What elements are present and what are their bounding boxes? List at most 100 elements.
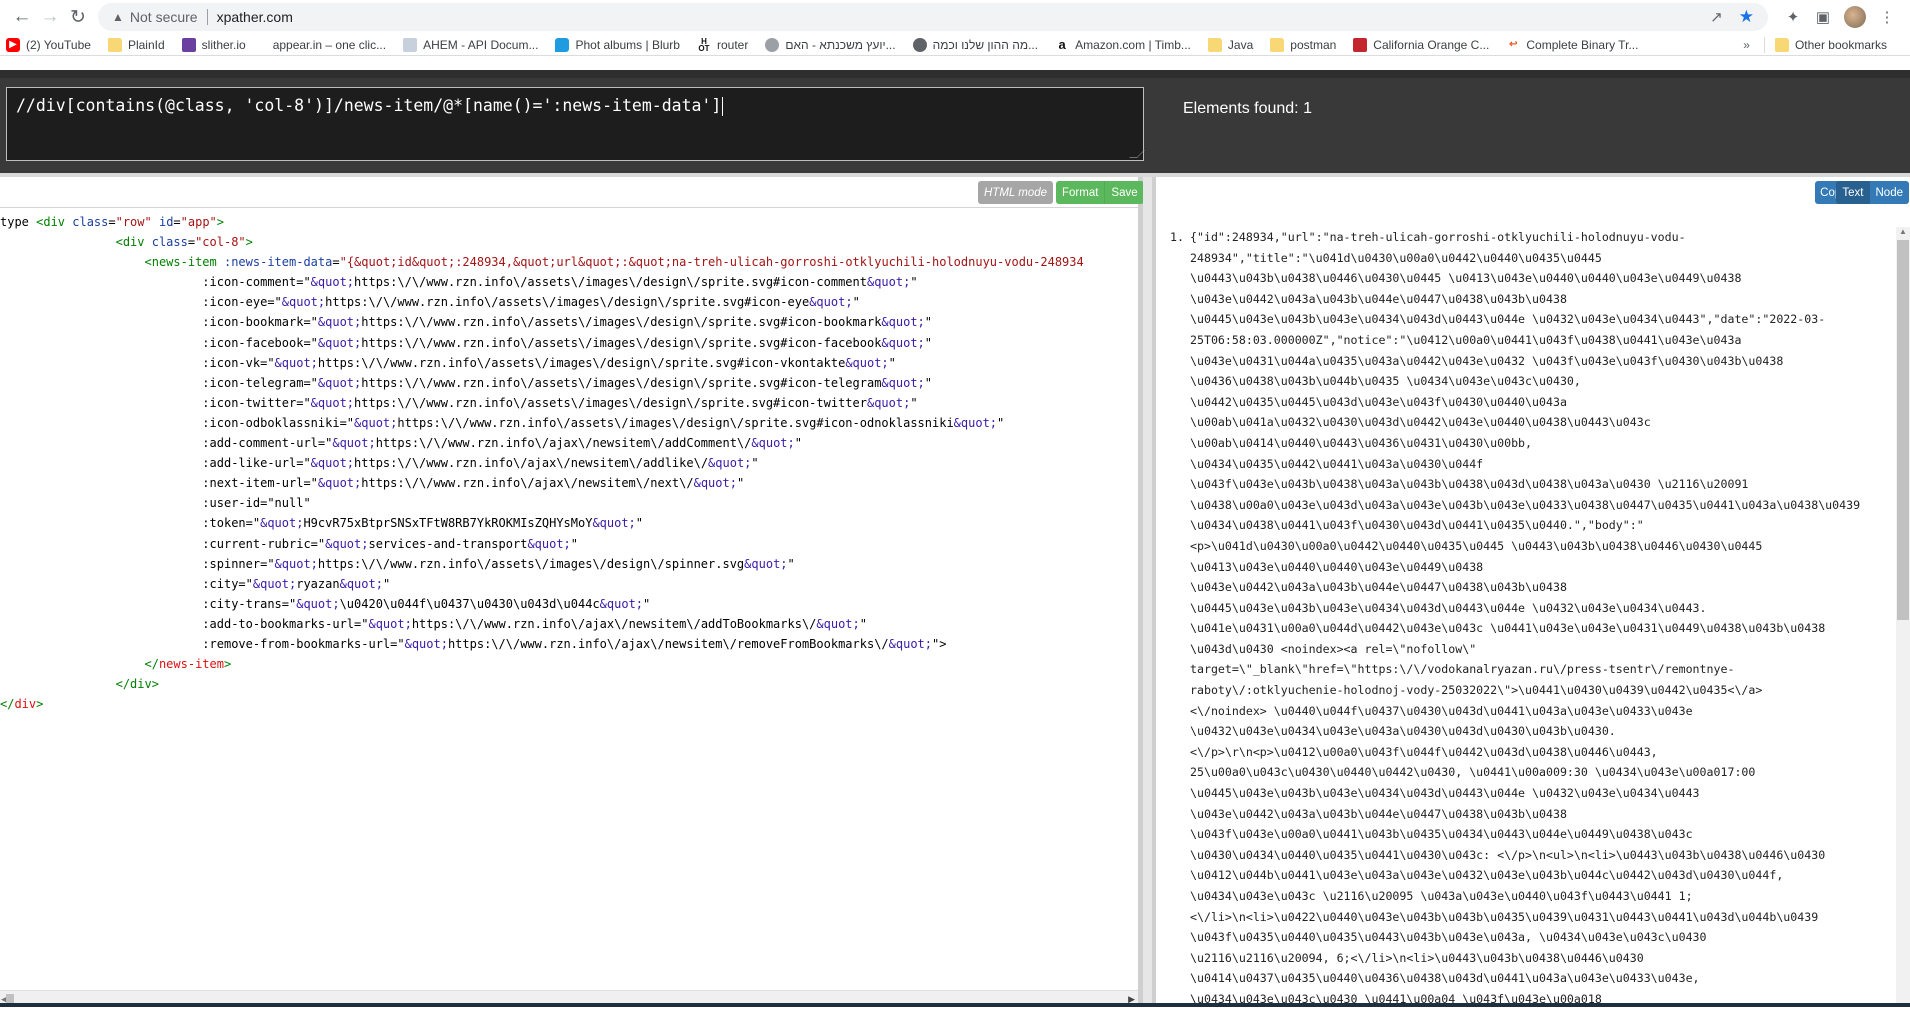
bookmark-label: Amazon.com | Timb...: [1075, 37, 1191, 52]
arrow-right-icon: →: [40, 6, 60, 27]
resize-grip-icon[interactable]: [1129, 150, 1145, 158]
source-token: &quot;: [310, 395, 355, 410]
bookmark-label: Java: [1227, 37, 1254, 52]
result-text-line: \u043e\u0442\u043a\u043b\u044e\u0447\u04…: [1190, 291, 1567, 306]
browser-toolbar: ← → ↻ ▲ Not secure xpather.com ↗ ★ ✦ ▣ ⋮: [0, 0, 1910, 34]
source-token: :token=": [202, 516, 261, 531]
ahem-icon: [403, 37, 418, 52]
html-mode-button[interactable]: HTML mode: [978, 181, 1054, 204]
format-save-group: Format Save: [1056, 181, 1144, 204]
bookmark-amazon[interactable]: a Amazon.com | Timb...: [1055, 37, 1191, 52]
forward-button[interactable]: →: [36, 3, 64, 31]
bookmark-youtube[interactable]: ▶ (2) YouTube: [6, 37, 91, 52]
html-source-editor[interactable]: type <div class="row" id="app"> <div cla…: [0, 208, 1138, 978]
source-token: ": [924, 375, 933, 390]
source-token: &quot;: [274, 355, 318, 370]
source-token: :city=": [202, 576, 253, 591]
arrow-left-icon: ←: [12, 6, 32, 27]
source-token: https:\/\/www.rzn.info\/ajax\/newsitem\/…: [447, 636, 889, 651]
source-token: :icon-telegram=": [202, 375, 318, 390]
scroll-up-icon[interactable]: ▲: [1899, 227, 1907, 236]
source-token: &quot;: [317, 315, 362, 330]
vertical-scrollbar[interactable]: ▲: [1896, 227, 1910, 1007]
source-token: :remove-from-bookmarks-url=": [202, 636, 405, 651]
source-token: ": [852, 295, 860, 310]
source-token: &quot;: [708, 456, 752, 471]
security-label[interactable]: Not secure: [130, 9, 198, 25]
source-token: &quot;: [744, 556, 788, 571]
source-token: </div>: [115, 677, 159, 692]
bookmark-router[interactable]: H OT router: [696, 37, 749, 52]
result-text-line: \u0438\u00a0\u043e\u043d\u043a\u043e\u04…: [1190, 497, 1861, 512]
profile-avatar[interactable]: [1844, 6, 1866, 28]
bookmark-california[interactable]: California Orange C...: [1353, 37, 1489, 52]
source-token: &quot;: [592, 516, 636, 531]
extensions-icon[interactable]: ✦: [1778, 8, 1808, 26]
source-token: &quot;: [260, 516, 304, 531]
source-token: ryazan: [296, 576, 340, 591]
bookmark-mortgage[interactable]: יועץ משכנתא - האם...: [765, 37, 896, 52]
source-token: =: [332, 255, 340, 270]
xpath-query-input[interactable]: //div[contains(@class, 'col-8')]/news-it…: [6, 87, 1145, 161]
bookmark-label: router: [716, 37, 749, 52]
source-token: <div: [36, 215, 73, 229]
node-view-button[interactable]: Node: [1870, 181, 1910, 204]
result-text-line: \u041e\u0431\u00a0\u044d\u0442\u043e\u04…: [1190, 621, 1826, 636]
source-line: :add-to-bookmarks-url="&quot;https:\/\/w…: [0, 614, 1138, 634]
format-button[interactable]: Format: [1056, 181, 1104, 204]
other-bookmarks[interactable]: Other bookmarks: [1774, 37, 1887, 52]
bookmark-java[interactable]: Java: [1207, 37, 1254, 52]
star-icon[interactable]: ★: [1739, 7, 1754, 27]
source-line: :spinner="&quot;https:\/\/www.rzn.info\/…: [0, 554, 1138, 574]
bookmark-postman[interactable]: postman: [1270, 37, 1336, 52]
bookmark-slither[interactable]: slither.io: [181, 37, 246, 52]
bookmark-blurb[interactable]: Phot albums | Blurb: [555, 37, 680, 52]
source-token: >: [245, 235, 253, 250]
reload-button[interactable]: ↻: [64, 3, 92, 31]
bookmark-binary-tree[interactable]: ↩ Complete Binary Tr...: [1506, 37, 1638, 52]
source-token: &quot;: [310, 456, 355, 471]
source-line: :icon-bookmark="&quot;https:\/\/www.rzn.…: [0, 312, 1138, 332]
source-token: ": [787, 556, 795, 571]
source-token: ": [997, 415, 1005, 430]
source-token: &quot;: [751, 436, 795, 451]
more-bookmarks-button[interactable]: »: [1743, 38, 1750, 52]
panel-gutter: [1143, 177, 1152, 1007]
result-text-line: {"id":248934,"url":"na-treh-ulicah-gorro…: [1190, 230, 1686, 244]
bookmark-ahem[interactable]: AHEM - API Docum...: [403, 37, 538, 52]
address-bar[interactable]: ▲ Not secure xpather.com ↗ ★: [98, 3, 1768, 31]
results-list: 1. {"id":248934,"url":"na-treh-ulicah-gor…: [1170, 227, 1892, 1010]
sidebar-icon[interactable]: ▣: [1808, 8, 1838, 26]
source-token: &quot;: [693, 476, 737, 491]
source-token: &quot;: [317, 335, 362, 350]
ghost-icon: [765, 37, 780, 52]
save-button[interactable]: Save: [1104, 181, 1143, 204]
bookmark-plainid[interactable]: PlainId: [107, 37, 165, 52]
source-token: &quot;: [252, 576, 297, 591]
result-text-line: \u0434\u0438\u0441\u043f\u0430\u043d\u04…: [1190, 518, 1644, 533]
source-token: :spinner=": [202, 556, 275, 571]
text-view-button[interactable]: Text: [1836, 181, 1870, 204]
share-icon[interactable]: ↗: [1710, 8, 1723, 26]
results-toolbar: Copy Text Node: [1156, 177, 1910, 208]
bookmark-label: PlainId: [127, 37, 165, 52]
url-text[interactable]: xpather.com: [217, 9, 293, 25]
html-editor-panel: HTML mode Format Save type <div class="r…: [0, 177, 1144, 1007]
source-token: :user-id="null": [202, 496, 311, 511]
view-toggle-group: Text Node: [1836, 181, 1909, 204]
menu-icon[interactable]: ⋮: [1872, 8, 1902, 26]
scrollbar-thumb[interactable]: [1897, 240, 1909, 620]
source-token: class: [151, 235, 188, 250]
source-token: :icon-comment=": [202, 275, 311, 290]
blurb-icon: [555, 37, 570, 52]
results-panel: Copy Text Node 1. {"id":248934,"url":"na-…: [1152, 177, 1910, 1007]
source-token: https:\/\/www.rzn.info\/ajax\/newsitem\/…: [411, 616, 817, 631]
result-text-line: \u0412\u044b\u0441\u043e\u043a\u043e\u04…: [1190, 868, 1784, 883]
bookmark-appear[interactable]: appear.in – one clic...: [263, 38, 386, 52]
result-text-line: \u00ab\u0414\u0440\u0443\u0436\u0431\u04…: [1190, 435, 1533, 450]
bookmark-capital[interactable]: מה ההון שלנו וכמה...: [912, 37, 1038, 52]
bookmarks-bar: ▶ (2) YouTube PlainId slither.io appear.i…: [0, 34, 1910, 56]
back-button[interactable]: ←: [8, 3, 36, 31]
result-text-line: <\/p>\r\n<p>\u0412\u00a0\u043f\u044f\u04…: [1190, 744, 1658, 759]
source-token: ">: [932, 636, 947, 651]
